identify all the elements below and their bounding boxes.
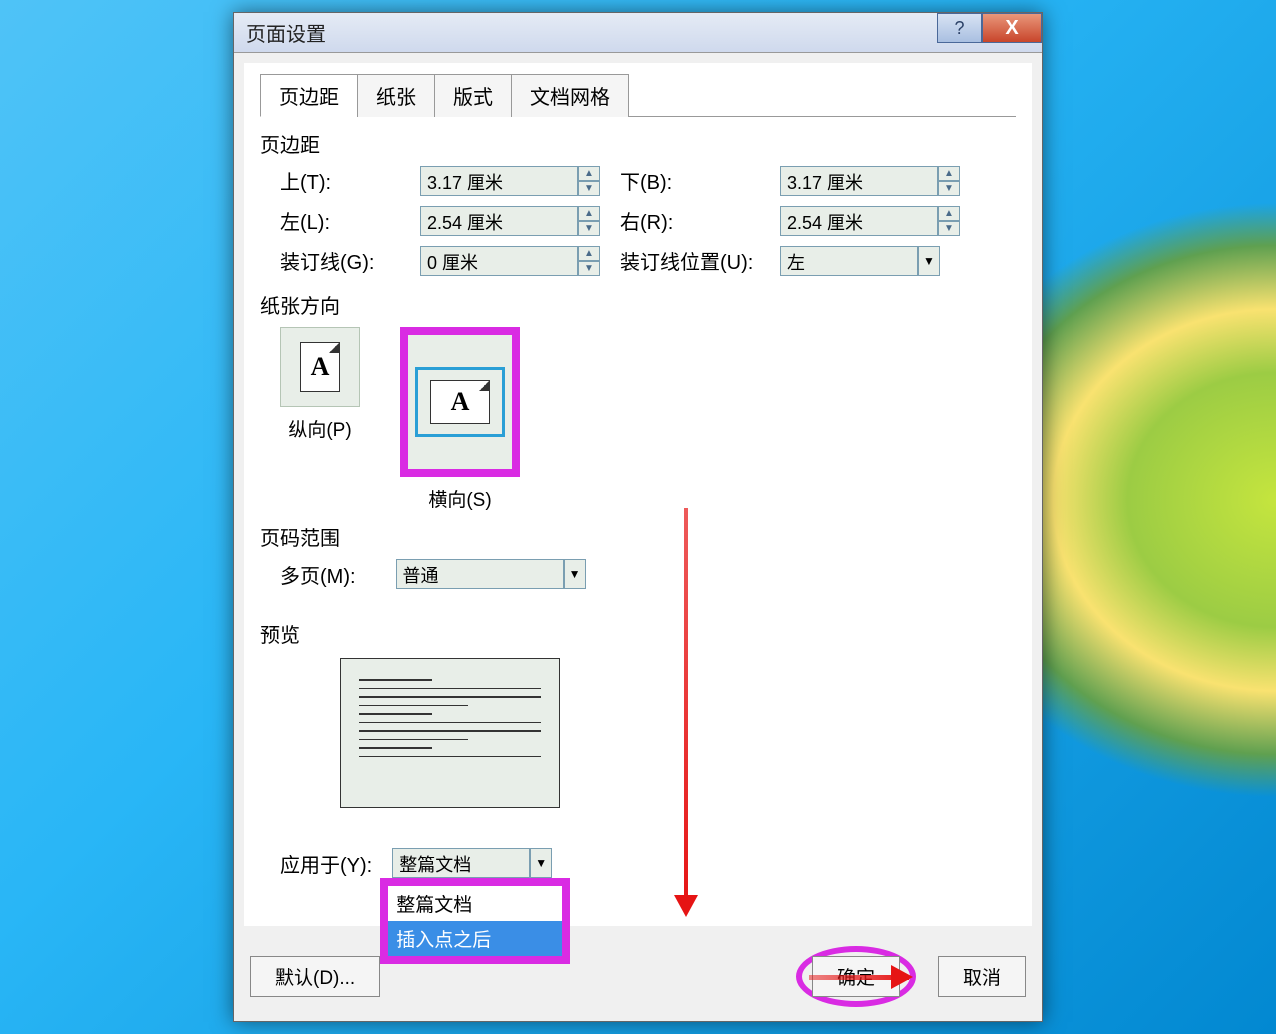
annotation-arrow-right <box>809 975 909 980</box>
preview-page <box>340 658 560 808</box>
spinner-up-icon[interactable]: ▲ <box>578 246 600 261</box>
portrait-label: 纵向(P) <box>288 415 351 442</box>
annotation-arrow-down <box>684 508 688 913</box>
apply-label: 应用于(Y): <box>280 849 372 878</box>
left-spinner[interactable]: 2.54 厘米 ▲▼ <box>420 206 600 236</box>
titlebar-buttons: ? X <box>937 13 1042 43</box>
spinner-up-icon[interactable]: ▲ <box>938 166 960 181</box>
apply-option-after-cursor[interactable]: 插入点之后 <box>388 921 562 956</box>
margins-section-label: 页边距 <box>260 129 1016 158</box>
dropdown-arrow-icon[interactable]: ▼ <box>564 559 586 589</box>
multipage-label: 多页(M): <box>280 560 356 589</box>
gutter-pos-value[interactable]: 左 <box>780 246 918 276</box>
spinner-down-icon[interactable]: ▼ <box>578 181 600 196</box>
dropdown-arrow-icon[interactable]: ▼ <box>918 246 940 276</box>
spinner-down-icon[interactable]: ▼ <box>578 221 600 236</box>
default-button[interactable]: 默认(D)... <box>250 956 380 997</box>
orientation-section-label: 纸张方向 <box>260 290 1016 319</box>
landscape-label: 横向(S) <box>428 485 491 512</box>
titlebar: 页面设置 ? X <box>234 13 1042 53</box>
gutter-spinner[interactable]: 0 厘米 ▲▼ <box>420 246 600 276</box>
landscape-page-icon: A <box>430 380 490 424</box>
bottom-value[interactable]: 3.17 厘米 <box>780 166 938 196</box>
multipage-dropdown[interactable]: 普通 ▼ <box>396 559 586 589</box>
gutter-value[interactable]: 0 厘米 <box>420 246 578 276</box>
close-button[interactable]: X <box>982 13 1042 43</box>
multipage-value[interactable]: 普通 <box>396 559 564 589</box>
top-spinner[interactable]: 3.17 厘米 ▲▼ <box>420 166 600 196</box>
apply-option-whole[interactable]: 整篇文档 <box>388 886 562 921</box>
orientation-landscape[interactable]: A 横向(S) <box>400 327 520 512</box>
left-value[interactable]: 2.54 厘米 <box>420 206 578 236</box>
left-label: 左(L): <box>280 206 400 236</box>
right-value[interactable]: 2.54 厘米 <box>780 206 938 236</box>
apply-value[interactable]: 整篇文档 <box>392 848 530 878</box>
top-label: 上(T): <box>280 166 400 196</box>
tab-paper[interactable]: 纸张 <box>357 74 435 117</box>
cancel-button[interactable]: 取消 <box>938 956 1026 997</box>
apply-dropdown[interactable]: 整篇文档 ▼ <box>392 848 552 878</box>
multipage-row: 多页(M): 普通 ▼ <box>280 559 1016 589</box>
spinner-down-icon[interactable]: ▼ <box>938 181 960 196</box>
margins-grid: 上(T): 3.17 厘米 ▲▼ 下(B): 3.17 厘米 ▲▼ 左(L): … <box>280 166 1016 276</box>
gutter-label: 装订线(G): <box>280 246 400 276</box>
apply-dropdown-list: 整篇文档 插入点之后 <box>380 878 570 964</box>
tab-bar: 页边距 纸张 版式 文档网格 <box>260 73 1016 117</box>
spinner-up-icon[interactable]: ▲ <box>578 206 600 221</box>
spinner-up-icon[interactable]: ▲ <box>578 166 600 181</box>
right-label: 右(R): <box>620 206 760 236</box>
apply-row: 应用于(Y): 整篇文档 ▼ 整篇文档 插入点之后 <box>280 848 1016 878</box>
dropdown-arrow-icon[interactable]: ▼ <box>530 848 552 878</box>
spinner-down-icon[interactable]: ▼ <box>938 221 960 236</box>
dialog-title: 页面设置 <box>246 18 326 47</box>
spinner-up-icon[interactable]: ▲ <box>938 206 960 221</box>
bottom-label: 下(B): <box>620 166 760 196</box>
orientation-group: A 纵向(P) A 横向(S) <box>280 327 1016 512</box>
bottom-spinner[interactable]: 3.17 厘米 ▲▼ <box>780 166 960 196</box>
page-setup-dialog: 页面设置 ? X 页边距 纸张 版式 文档网格 页边距 上(T): 3.17 厘… <box>233 12 1043 1022</box>
top-value[interactable]: 3.17 厘米 <box>420 166 578 196</box>
spinner-down-icon[interactable]: ▼ <box>578 261 600 276</box>
help-button[interactable]: ? <box>937 13 982 43</box>
tab-grid[interactable]: 文档网格 <box>511 74 629 117</box>
preview-section-label: 预览 <box>260 619 1016 648</box>
orientation-portrait[interactable]: A 纵向(P) <box>280 327 360 442</box>
dialog-body: 页边距 纸张 版式 文档网格 页边距 上(T): 3.17 厘米 ▲▼ 下(B)… <box>244 63 1032 926</box>
dialog-footer: 默认(D)... 确定 取消 <box>234 936 1042 1021</box>
tab-margins[interactable]: 页边距 <box>260 74 358 117</box>
gutter-pos-dropdown[interactable]: 左 ▼ <box>780 246 940 276</box>
page-range-section-label: 页码范围 <box>260 522 1016 551</box>
gutter-pos-label: 装订线位置(U): <box>620 246 760 276</box>
right-spinner[interactable]: 2.54 厘米 ▲▼ <box>780 206 960 236</box>
portrait-page-icon: A <box>300 342 340 392</box>
tab-layout[interactable]: 版式 <box>434 74 512 117</box>
